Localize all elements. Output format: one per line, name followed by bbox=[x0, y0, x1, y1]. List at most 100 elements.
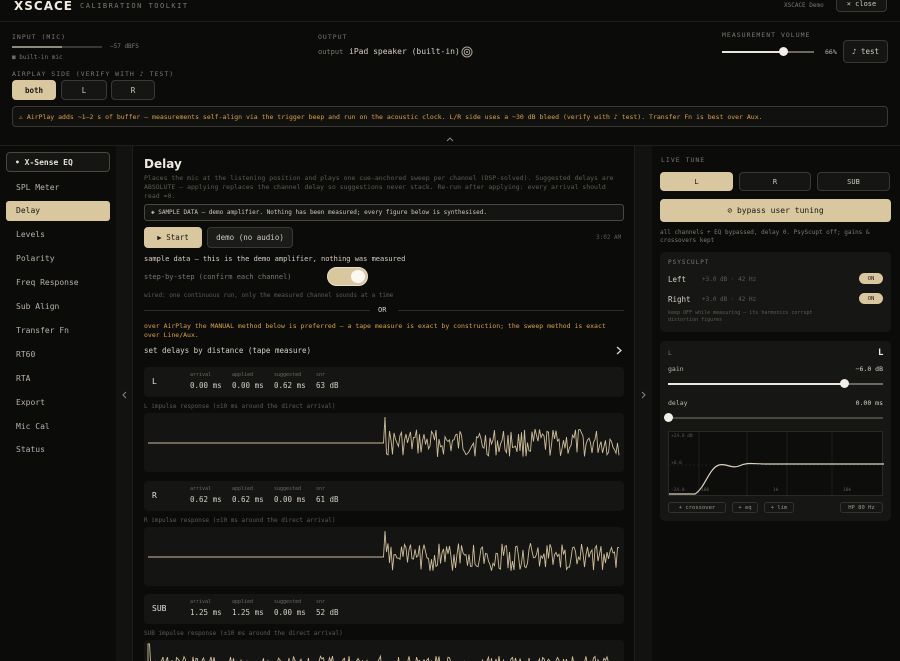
add-lim-button[interactable]: + lim bbox=[764, 502, 794, 513]
hp-filter-chip[interactable]: HP 80 Hz bbox=[840, 502, 883, 513]
live-tab-sub[interactable]: SUB bbox=[817, 172, 890, 191]
sidebar-item-export[interactable]: Export bbox=[6, 392, 110, 412]
snr-value: 52 dB bbox=[316, 608, 339, 617]
airplay-notice: ⚠ AirPlay adds ~1–2 s of buffer — measur… bbox=[12, 106, 888, 127]
col-arrival: arrival bbox=[190, 599, 212, 605]
demo-button[interactable]: demo (no audio) bbox=[207, 227, 293, 248]
impulse-plot-l bbox=[144, 413, 624, 472]
tape-measure-label: set delays by distance (tape measure) bbox=[144, 346, 312, 355]
sidebar-item-rta[interactable]: RTA bbox=[6, 368, 110, 388]
impulse-waveform-l bbox=[148, 416, 620, 457]
channel-name: L bbox=[152, 377, 157, 386]
impulse-caption-r: R impulse response (±10 ms around the di… bbox=[144, 517, 336, 524]
sidebar-item-transfer-fn[interactable]: Transfer Fn bbox=[6, 320, 110, 340]
right-collapse-bar[interactable] bbox=[634, 146, 652, 661]
volume-fill bbox=[722, 51, 783, 53]
col-suggested: suggested bbox=[274, 599, 302, 605]
output-device[interactable]: iPad speaker (built-in) bbox=[349, 47, 460, 56]
page-title: Delay bbox=[144, 157, 182, 171]
psy-note: keep OFF while measuring — its harmonics… bbox=[668, 310, 813, 323]
sidebar-item-status[interactable]: Status bbox=[6, 440, 110, 460]
start-button[interactable]: ▶ Start bbox=[144, 227, 202, 248]
bypass-note: all channels + EQ bypassed, delay 0. Psy… bbox=[660, 229, 870, 244]
side-l-button[interactable]: L bbox=[61, 80, 107, 100]
delay-value: 0.00 ms bbox=[855, 399, 883, 407]
or-label: OR bbox=[378, 306, 387, 314]
impulse-waveform-r bbox=[148, 530, 620, 571]
sidebar-item-delay[interactable]: Delay bbox=[6, 200, 110, 221]
input-source: ■ built-in mic bbox=[12, 54, 63, 61]
demo-label: XSCACE Demo bbox=[784, 2, 824, 9]
sample-notice-text: ◈ SAMPLE DATA — demo amplifier. Nothing … bbox=[151, 209, 487, 216]
input-dbfs: −57 dBFS bbox=[110, 43, 139, 50]
tape-measure-row[interactable]: set delays by distance (tape measure) bbox=[144, 346, 624, 360]
col-snr: snr bbox=[316, 599, 326, 605]
or-divider-right bbox=[398, 310, 624, 311]
psy-left-label: Left bbox=[668, 275, 687, 284]
impulse-waveform-sub bbox=[147, 643, 609, 661]
applied-value: 0.00 ms bbox=[232, 381, 264, 390]
side-both-button[interactable]: both bbox=[12, 80, 56, 100]
input-source-text: built-in mic bbox=[19, 54, 63, 61]
col-applied: applied bbox=[232, 486, 254, 492]
sample-notice: ◈ SAMPLE DATA — demo amplifier. Nothing … bbox=[144, 204, 624, 221]
impulse-caption-sub: SUB impulse response (±10 ms around the … bbox=[144, 630, 343, 637]
impulse-plot-sub bbox=[144, 640, 624, 661]
sidebar-item-levels[interactable]: Levels bbox=[6, 225, 110, 245]
chevron-left-icon[interactable] bbox=[121, 391, 127, 401]
airplay-icon[interactable] bbox=[461, 46, 473, 58]
arrival-value: 0.00 ms bbox=[190, 381, 222, 390]
or-divider-left bbox=[144, 310, 370, 311]
sidebar-item-spl-meter[interactable]: SPL Meter bbox=[6, 177, 110, 197]
wired-note: wired: one continuous run, only the meas… bbox=[144, 292, 394, 299]
chevron-up-icon[interactable] bbox=[446, 135, 454, 142]
test-button[interactable]: ♪ test bbox=[843, 40, 888, 63]
sidebar-header[interactable]: • X-Sense EQ bbox=[6, 152, 110, 172]
sidebar-item-sub-align[interactable]: Sub Align bbox=[6, 297, 110, 317]
col-snr: snr bbox=[316, 486, 326, 492]
delay-knob[interactable] bbox=[664, 413, 673, 422]
side-r-button[interactable]: R bbox=[111, 80, 155, 100]
add-eq-button[interactable]: + eq bbox=[732, 502, 758, 513]
close-button[interactable]: × close bbox=[836, 0, 887, 12]
volume-value: 66% bbox=[825, 48, 837, 56]
live-tab-r[interactable]: R bbox=[739, 172, 811, 191]
status-dot-icon: ■ bbox=[12, 54, 16, 61]
chevron-right-icon bbox=[616, 346, 622, 357]
sidebar-item-polarity[interactable]: Polarity bbox=[6, 249, 110, 269]
col-applied: applied bbox=[232, 372, 254, 378]
delay-label: delay bbox=[668, 399, 688, 407]
col-arrival: arrival bbox=[190, 486, 212, 492]
step-toggle[interactable] bbox=[327, 267, 368, 286]
sidebar-item-mic-cal[interactable]: Mic Cal bbox=[6, 416, 110, 436]
graph-x-10k: 10k bbox=[843, 488, 852, 493]
input-label: INPUT (MIC) bbox=[12, 33, 67, 41]
psysculpt-label: PSYSCULPT bbox=[668, 259, 710, 266]
add-crossover-button[interactable]: + crossover bbox=[668, 502, 726, 513]
col-suggested: suggested bbox=[274, 486, 302, 492]
channel-row-sub: SUB arrival applied suggested snr 1.25 m… bbox=[144, 594, 624, 624]
chevron-right-icon[interactable] bbox=[641, 391, 647, 401]
graph-y-top: +24.0 dB bbox=[671, 434, 693, 439]
gain-label: gain bbox=[668, 365, 684, 373]
page-description: Places the mic at the listening position… bbox=[144, 174, 614, 200]
volume-label: MEASUREMENT VOLUME bbox=[722, 31, 811, 39]
channel-name: R bbox=[152, 491, 157, 500]
channel-row-r: R arrival applied suggested snr 0.62 ms … bbox=[144, 481, 624, 511]
left-collapse-bar[interactable] bbox=[116, 146, 133, 661]
psy-right-detail: +3.0 dB · 42 Hz bbox=[702, 296, 757, 303]
psy-right-toggle[interactable]: ON bbox=[859, 293, 883, 304]
volume-knob[interactable] bbox=[778, 47, 788, 56]
psy-left-toggle[interactable]: ON bbox=[859, 273, 883, 284]
channel-name: SUB bbox=[152, 604, 167, 613]
col-arrival: arrival bbox=[190, 372, 212, 378]
graph-y-mid: +0.0 bbox=[671, 461, 682, 466]
sidebar-item-rt60[interactable]: RT60 bbox=[6, 344, 110, 364]
graph-x-100: 100 bbox=[701, 488, 710, 493]
bypass-button[interactable]: ⊘ bypass user tuning bbox=[660, 199, 891, 222]
live-tab-l[interactable]: L bbox=[660, 172, 733, 191]
gain-knob[interactable] bbox=[840, 379, 850, 388]
sidebar-item-freq-response[interactable]: Freq Response bbox=[6, 273, 110, 293]
delay-slider[interactable] bbox=[668, 417, 883, 419]
header-divider bbox=[0, 145, 900, 146]
